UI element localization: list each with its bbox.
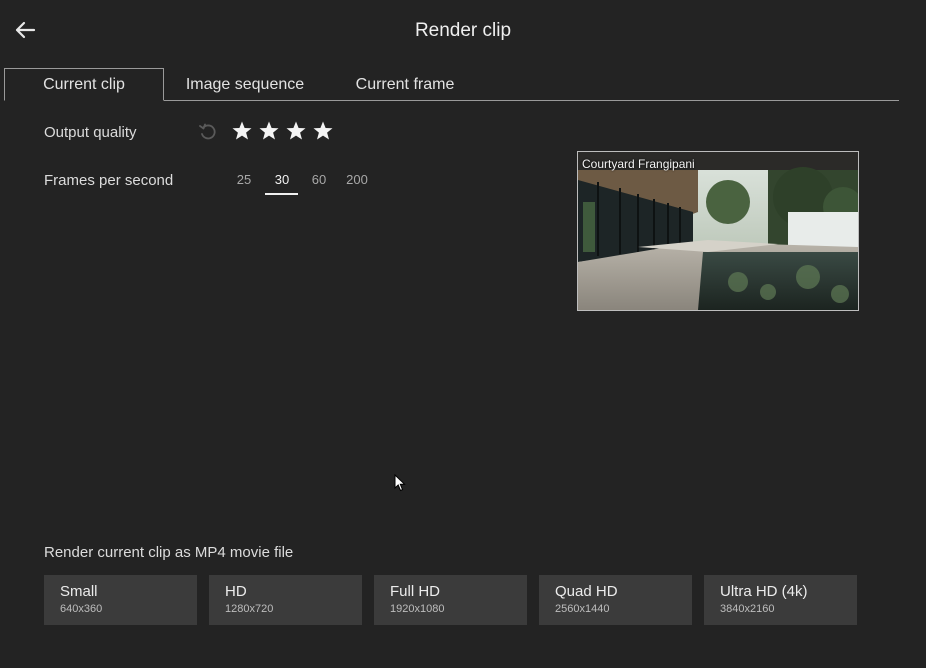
fps-label: Frames per second bbox=[44, 172, 174, 189]
fps-option-60[interactable]: 60 bbox=[302, 172, 336, 187]
tab-image-sequence[interactable]: Image sequence bbox=[170, 68, 320, 101]
preview-title: Courtyard Frangipani bbox=[582, 157, 695, 171]
tab-current-clip[interactable]: Current clip bbox=[4, 68, 164, 101]
render-option-name: Full HD bbox=[390, 583, 441, 600]
fps-selected-indicator bbox=[265, 193, 298, 195]
quality-star-icon[interactable] bbox=[285, 120, 307, 142]
output-quality-label: Output quality bbox=[44, 124, 137, 141]
render-option-name: HD bbox=[225, 583, 247, 600]
render-option-dims: 640x360 bbox=[60, 603, 103, 615]
render-option-name: Quad HD bbox=[555, 583, 618, 600]
page-title: Render clip bbox=[414, 20, 512, 41]
render-option-dims: 1920x1080 bbox=[390, 603, 445, 615]
fps-option-30[interactable]: 30 bbox=[265, 172, 299, 187]
render-option-dims: 1280x720 bbox=[225, 603, 274, 615]
render-option-name: Ultra HD (4k) bbox=[720, 583, 808, 600]
render-small-button[interactable]: Small 640x360 bbox=[44, 575, 197, 625]
quality-star-icon[interactable] bbox=[312, 120, 334, 142]
render-full-hd-button[interactable]: Full HD 1920x1080 bbox=[374, 575, 527, 625]
fps-option-25[interactable]: 25 bbox=[227, 172, 261, 187]
mouse-cursor-icon bbox=[394, 474, 406, 492]
render-ultra-hd-button[interactable]: Ultra HD (4k) 3840x2160 bbox=[704, 575, 857, 625]
preview-image bbox=[578, 152, 858, 310]
render-section-label: Render current clip as MP4 movie file bbox=[44, 544, 294, 561]
fps-option-200[interactable]: 200 bbox=[340, 172, 374, 187]
render-quad-hd-button[interactable]: Quad HD 2560x1440 bbox=[539, 575, 692, 625]
render-option-name: Small bbox=[60, 583, 98, 600]
render-option-dims: 2560x1440 bbox=[555, 603, 610, 615]
quality-star-icon[interactable] bbox=[258, 120, 280, 142]
tab-current-frame[interactable]: Current frame bbox=[330, 68, 480, 101]
clip-preview-thumbnail[interactable]: Courtyard Frangipani bbox=[577, 151, 859, 311]
render-hd-button[interactable]: HD 1280x720 bbox=[209, 575, 362, 625]
render-option-dims: 3840x2160 bbox=[720, 603, 775, 615]
quality-star-icon[interactable] bbox=[231, 120, 253, 142]
reset-icon[interactable] bbox=[198, 122, 218, 142]
